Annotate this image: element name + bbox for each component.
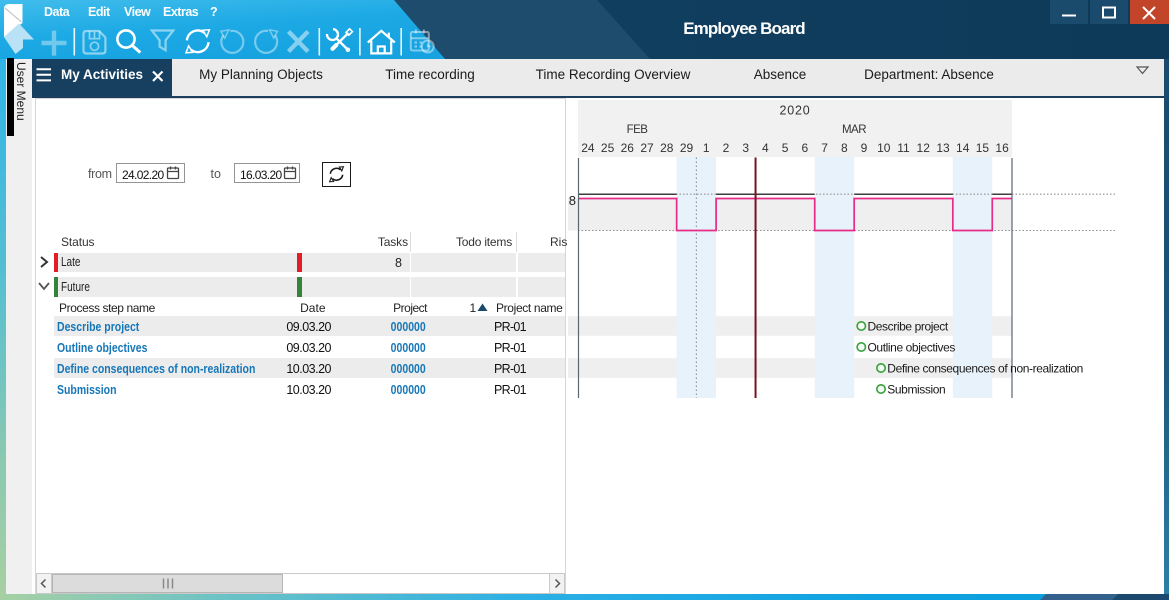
- svg-text:16: 16: [995, 141, 1009, 155]
- svg-text:28: 28: [660, 141, 674, 155]
- svg-text:MAR: MAR: [842, 124, 866, 136]
- svg-text:8: 8: [569, 193, 576, 208]
- svg-text:FEB: FEB: [627, 124, 649, 136]
- svg-text:3: 3: [742, 141, 749, 155]
- svg-text:10: 10: [877, 141, 891, 155]
- svg-text:15: 15: [976, 141, 990, 155]
- svg-text:9: 9: [861, 141, 868, 155]
- svg-text:1: 1: [703, 141, 710, 155]
- svg-text:8: 8: [841, 141, 848, 155]
- svg-text:Describe project: Describe project: [868, 319, 949, 333]
- svg-text:27: 27: [640, 141, 654, 155]
- svg-text:14: 14: [956, 141, 970, 155]
- svg-text:Submission: Submission: [887, 382, 945, 396]
- svg-text:2: 2: [723, 141, 730, 155]
- svg-text:24: 24: [581, 141, 595, 155]
- svg-text:4: 4: [762, 141, 769, 155]
- svg-text:29: 29: [680, 141, 694, 155]
- svg-text:Outline objectives: Outline objectives: [868, 340, 956, 354]
- svg-text:2020: 2020: [779, 104, 810, 118]
- svg-text:5: 5: [782, 141, 789, 155]
- svg-text:12: 12: [917, 141, 931, 155]
- svg-text:11: 11: [897, 141, 910, 155]
- svg-text:6: 6: [802, 141, 809, 155]
- svg-text:7: 7: [821, 141, 828, 155]
- svg-text:26: 26: [621, 141, 635, 155]
- svg-text:25: 25: [601, 141, 615, 155]
- svg-text:13: 13: [936, 141, 950, 155]
- svg-text:Define consequences of non-rea: Define consequences of non-realization: [887, 361, 1083, 375]
